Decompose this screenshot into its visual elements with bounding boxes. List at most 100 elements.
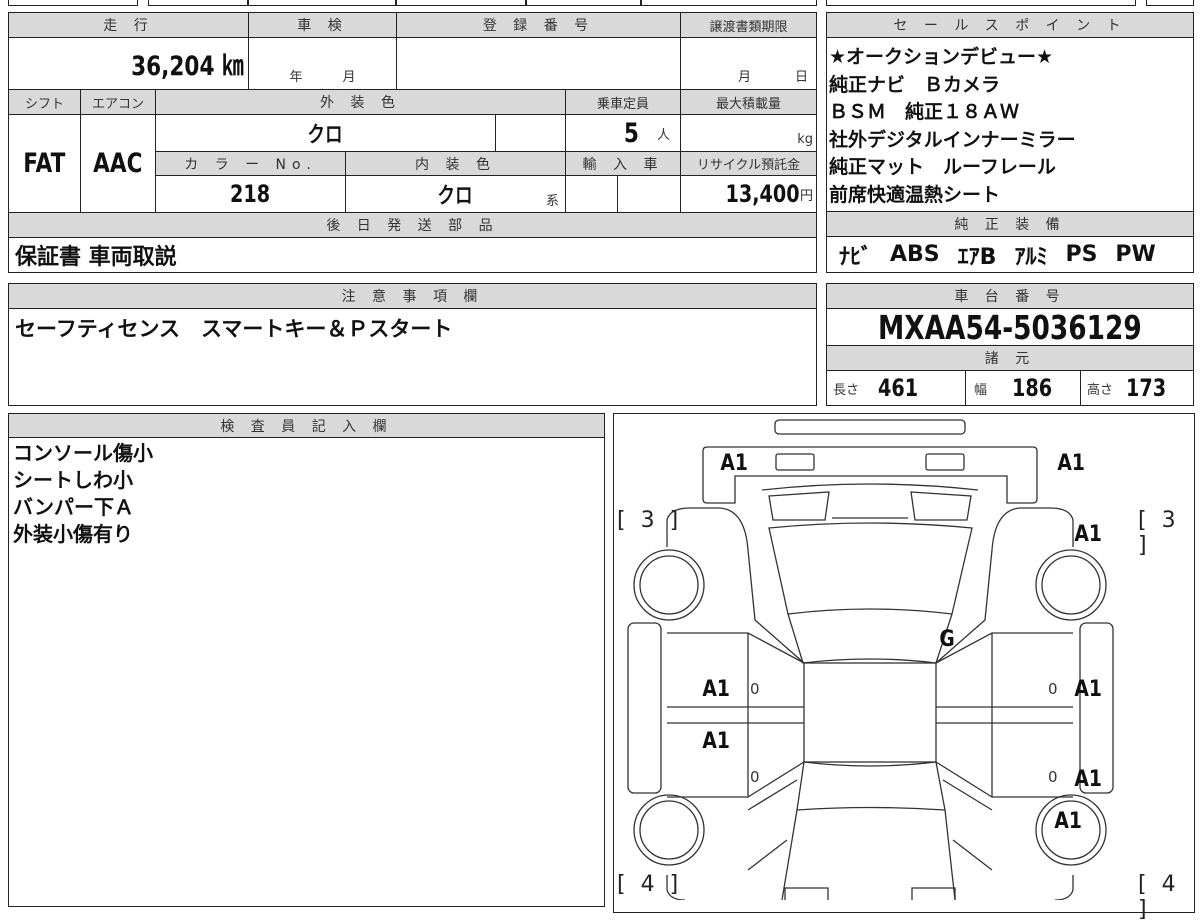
equipment-item: ｱﾙﾐ <box>1014 244 1048 270</box>
roof <box>803 662 937 763</box>
height-value: 173 <box>1126 374 1167 402</box>
top-strip-cell <box>826 0 1136 6</box>
tire-bracket: [ 3 ] <box>1138 508 1180 558</box>
inspector-notes: コンソール傷小 シートしわ小 バンパー下Ａ 外装小傷有り <box>8 437 605 907</box>
shift-cell: FAT <box>8 114 81 213</box>
ext-color-value: クロ <box>307 123 344 148</box>
transfer-month: 月 <box>737 70 751 85</box>
registration-value <box>396 37 681 90</box>
recycle-value: 13,400 <box>725 180 800 208</box>
length-label: 長さ <box>833 382 860 398</box>
damage-mark: A1 <box>720 451 748 476</box>
specs-header: 諸 元 <box>826 345 1194 371</box>
damage-mark: A1 <box>702 729 730 754</box>
capacity-value: 5 <box>624 117 640 149</box>
shaken-year: 年 <box>289 70 303 85</box>
shift-header: シフト <box>8 89 81 115</box>
max-load-header: 最大積載量 <box>680 89 817 115</box>
transfer-deadline-header: 譲渡書類期限 <box>680 12 817 38</box>
mileage-value: 36,204 ㎞ <box>131 51 244 82</box>
damage-mark: A1 <box>1054 809 1082 834</box>
rear-bumper <box>702 446 1038 504</box>
rear-right-wheel <box>1041 555 1101 615</box>
recycle-cell: 13,400 円 <box>680 175 817 213</box>
damage-mark: A1 <box>702 677 730 702</box>
rear-window <box>761 483 979 615</box>
ext-color-extra <box>495 114 566 152</box>
notes-value: セーフティセンス スマートキー＆Ｐスタート <box>8 308 817 406</box>
zero-mark: 0 <box>1048 768 1058 786</box>
zero-mark: 0 <box>750 768 760 786</box>
tail-lamp-left <box>775 453 815 471</box>
mileage-header: 走 行 <box>8 12 249 38</box>
front-bumper <box>784 887 956 900</box>
car-diagram <box>627 419 1114 900</box>
top-strip-cell <box>1146 0 1194 6</box>
later-parts-header: 後 日 発 送 部 品 <box>8 212 817 238</box>
inspector-line: バンパー下Ａ <box>13 495 134 519</box>
damage-mark: A1 <box>1074 767 1102 792</box>
ac-cell: AAC <box>80 114 156 213</box>
width-value: 186 <box>1012 374 1053 402</box>
top-strip-cell <box>396 0 526 6</box>
height-cell: 高さ 173 <box>1080 370 1194 406</box>
front-fenders <box>666 779 1074 900</box>
sales-points-header: セ ー ル ス ポ イ ン ト <box>826 12 1194 38</box>
shaken-cell: 年月 <box>248 37 397 90</box>
ext-color-header: 外 装 色 <box>155 89 566 115</box>
shaken-month: 月 <box>342 70 356 85</box>
equipment-item: ｴｱB <box>957 244 997 270</box>
width-cell: 幅 186 <box>965 370 1081 406</box>
sales-point: ★オークションデビュー★ <box>829 46 1054 68</box>
max-load-unit: kg <box>797 132 813 147</box>
tire-bracket: [ 4 ] <box>617 872 683 897</box>
sales-point: 純正マット ルーフレール <box>829 156 1056 178</box>
top-strip-cell <box>248 0 396 6</box>
import-cell <box>617 175 681 213</box>
registration-header: 登 録 番 号 <box>396 12 681 38</box>
color-no-header: カ ラ ー No. <box>155 151 346 176</box>
ext-color-cell: クロ <box>155 114 496 152</box>
zero-mark: 0 <box>1048 680 1058 698</box>
inspector-header: 検 査 員 記 入 欄 <box>8 413 605 438</box>
transfer-cell: 月日 <box>680 37 817 90</box>
top-strip-cell <box>148 0 248 6</box>
transfer-day: 日 <box>794 70 808 85</box>
int-color-cell: クロ 系 <box>345 175 566 213</box>
shift-value: FAT <box>23 148 66 179</box>
import-header: 輸 入 車 <box>565 151 681 176</box>
int-color-suffix: 系 <box>545 194 559 209</box>
top-strip-cell <box>641 0 817 6</box>
sales-points-list: ★オークションデビュー★ 純正ナビ Ｂカメラ ＢＳＭ 純正１８ＡＷ 社外デジタル… <box>826 37 1194 212</box>
sales-point: 前席快適温熱シート <box>829 183 1001 206</box>
roof-rear <box>787 613 953 664</box>
height-label: 高さ <box>1087 382 1114 398</box>
later-parts-value: 保証書 車両取説 <box>8 237 817 273</box>
tire-bracket: [ 3 ] <box>617 508 683 533</box>
length-value: 461 <box>878 374 919 402</box>
color-no-cell: 218 <box>155 175 346 213</box>
chassis-cell: MXAA54-5036129 <box>826 308 1194 346</box>
rear-roof-spoiler <box>774 419 966 435</box>
int-color-header: 内 装 色 <box>345 151 566 176</box>
tail-lamp-right <box>925 453 965 471</box>
recycle-unit: 円 <box>799 188 813 204</box>
inspector-line: コンソール傷小 <box>13 441 153 465</box>
max-load-cell: kg <box>680 114 817 152</box>
color-no-value: 218 <box>230 180 271 208</box>
equipment-item: ﾅﾋﾞ <box>839 244 873 270</box>
equipment-list: ﾅﾋﾞ ABS ｴｱB ｱﾙﾐ PS PW <box>826 236 1194 273</box>
sales-point: 社外デジタルインナーミラー <box>829 128 1076 151</box>
width-label: 幅 <box>974 382 988 398</box>
equipment-item: PS <box>1065 242 1098 267</box>
tire-bracket: [ 4 ] <box>1138 872 1180 922</box>
equipment-item: ABS <box>890 242 940 267</box>
import-cell <box>565 175 618 213</box>
sales-point: ＢＳＭ 純正１８ＡＷ <box>829 101 1020 123</box>
ac-header: エアコン <box>80 89 156 115</box>
shaken-header: 車 検 <box>248 12 397 38</box>
sales-point: 純正ナビ Ｂカメラ <box>829 73 1001 96</box>
capacity-header: 乗車定員 <box>565 89 681 115</box>
left-doors <box>667 632 805 798</box>
capacity-unit: 人 <box>656 127 670 143</box>
